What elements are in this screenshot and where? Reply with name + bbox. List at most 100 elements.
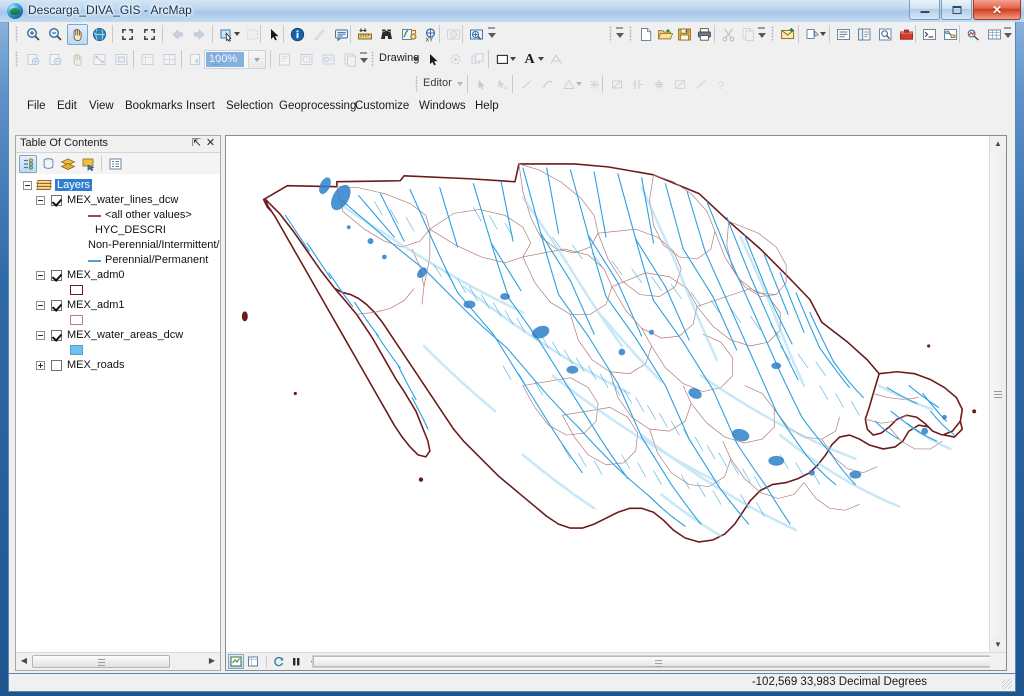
toolbar-overflow-icon[interactable] <box>359 51 368 68</box>
rotate-tool-icon[interactable] <box>648 74 669 95</box>
expand-collapse-icon[interactable] <box>36 196 45 205</box>
toolbar-overflow-icon[interactable] <box>1003 26 1012 43</box>
menu-item-customize[interactable]: Customize <box>349 99 415 114</box>
layout-fixed-zoom-icon[interactable] <box>111 49 132 70</box>
editor-menu-label[interactable]: Editor <box>423 77 452 89</box>
toggle-draft-mode-icon[interactable] <box>274 49 295 70</box>
refresh-view-icon[interactable] <box>271 654 287 669</box>
scroll-left-arrow-icon[interactable]: ◀ <box>17 654 31 668</box>
go-back-extent-icon[interactable] <box>167 24 188 45</box>
print-icon[interactable] <box>694 24 715 45</box>
identify-icon[interactable] <box>287 24 308 45</box>
layout-go-back-icon[interactable] <box>185 49 206 70</box>
rotate-element-icon[interactable] <box>445 49 466 70</box>
search-window-icon[interactable] <box>875 24 896 45</box>
table-window-icon[interactable] <box>984 24 1005 45</box>
toc-layer-mex-water-areas-dcw[interactable]: MEX_water_areas_dcw <box>16 328 220 343</box>
geostatistical-icon[interactable] <box>963 24 984 45</box>
layer-visibility-checkbox[interactable] <box>51 270 62 281</box>
layout-zoom-in-icon[interactable] <box>23 49 44 70</box>
model-builder-icon[interactable] <box>940 24 961 45</box>
go-to-xy-icon[interactable]: XY <box>420 24 441 45</box>
select-elements-arrow-icon[interactable] <box>264 24 285 45</box>
menu-item-edit[interactable]: Edit <box>51 99 83 114</box>
layout-pan-icon[interactable] <box>67 49 88 70</box>
new-text-icon[interactable] <box>546 49 567 70</box>
open-folder-icon[interactable] <box>654 24 675 45</box>
data-view-icon[interactable] <box>228 654 244 669</box>
expand-collapse-icon[interactable] <box>36 271 45 280</box>
chevron-down-icon[interactable] <box>248 51 265 68</box>
split-tool-icon[interactable] <box>627 74 648 95</box>
python-window-icon[interactable] <box>919 24 940 45</box>
toolbar-overflow-icon[interactable] <box>757 26 766 43</box>
close-button[interactable]: ✕ <box>973 0 1021 20</box>
layout-zoom-combo[interactable]: 100% <box>204 50 266 69</box>
layout-view-icon[interactable] <box>245 654 261 669</box>
resize-grip-icon[interactable] <box>1002 679 1012 689</box>
layer-visibility-checkbox[interactable] <box>51 360 62 371</box>
hyperlink-icon[interactable] <box>309 24 330 45</box>
toc-root-layers[interactable]: Layers <box>16 178 220 193</box>
attributes-icon[interactable] <box>669 74 690 95</box>
menu-item-bookmarks[interactable]: Bookmarks <box>119 99 189 114</box>
expand-collapse-icon[interactable] <box>36 361 45 370</box>
edit-tool-arrow-icon[interactable] <box>471 74 492 95</box>
pan-hand-icon[interactable] <box>67 24 88 45</box>
menu-item-file[interactable]: File <box>21 99 52 114</box>
time-slider-icon[interactable] <box>443 24 464 45</box>
menu-item-selection[interactable]: Selection <box>220 99 279 114</box>
find-binoculars-icon[interactable] <box>376 24 397 45</box>
toc-options-icon[interactable] <box>106 155 124 173</box>
expand-collapse-icon[interactable] <box>36 331 45 340</box>
expand-collapse-icon[interactable] <box>23 181 32 190</box>
focus-data-frame-icon[interactable] <box>296 49 317 70</box>
toc-horizontal-scrollbar[interactable]: ◀ ▶ <box>16 652 220 670</box>
toolbar-grip[interactable] <box>15 26 18 42</box>
menu-item-view[interactable]: View <box>83 99 120 114</box>
layout-full-extent-icon[interactable] <box>89 49 110 70</box>
menu-item-windows[interactable]: Windows <box>413 99 472 114</box>
map-canvas[interactable] <box>226 136 990 653</box>
layout-zoom-whole-page-icon[interactable] <box>137 49 158 70</box>
scrollbar-thumb[interactable] <box>994 390 1002 399</box>
html-popup-icon[interactable] <box>331 24 352 45</box>
toolbar-grip[interactable] <box>371 51 374 67</box>
curve-segment-icon[interactable] <box>537 74 558 95</box>
list-by-visibility-icon[interactable] <box>59 155 77 173</box>
list-by-selection-icon[interactable] <box>79 155 97 173</box>
create-features-icon[interactable]: ? <box>711 74 732 95</box>
maximize-button[interactable] <box>941 0 972 20</box>
zoom-out-icon[interactable] <box>45 24 66 45</box>
toc-layer-mex-roads[interactable]: MEX_roads <box>16 358 220 373</box>
layer-visibility-checkbox[interactable] <box>51 300 62 311</box>
scroll-down-arrow-icon[interactable]: ▼ <box>991 638 1005 652</box>
toolbar-grip[interactable] <box>629 26 632 42</box>
layer-visibility-checkbox[interactable] <box>51 195 62 206</box>
toc-tree[interactable]: Layers MEX_water_lines_dcw <all other va… <box>16 174 220 653</box>
change-layout-icon[interactable] <box>318 49 339 70</box>
map-horizontal-scrollbar[interactable] <box>312 655 1004 668</box>
pause-drawing-icon[interactable] <box>288 654 304 669</box>
close-icon[interactable]: ✕ <box>204 137 217 150</box>
toolbar-overflow-icon[interactable] <box>615 26 624 43</box>
toc-layer-mex-adm1[interactable]: MEX_adm1 <box>16 298 220 313</box>
zoom-in-icon[interactable] <box>23 24 44 45</box>
toolbar-overflow-icon[interactable] <box>487 26 496 43</box>
new-document-icon[interactable] <box>635 24 656 45</box>
trace-icon[interactable] <box>606 74 627 95</box>
scroll-up-arrow-icon[interactable]: ▲ <box>991 137 1005 151</box>
toolbar-grip[interactable] <box>415 76 418 92</box>
pin-icon[interactable]: ⇱ <box>190 137 203 150</box>
toolbar-grip[interactable] <box>771 26 774 42</box>
find-route-icon[interactable] <box>398 24 419 45</box>
toc-layer-mex-water-lines-dcw[interactable]: MEX_water_lines_dcw <box>16 193 220 208</box>
layout-zoom-out-icon[interactable] <box>45 49 66 70</box>
add-data-icon[interactable] <box>777 24 798 45</box>
drawing-order-icon[interactable] <box>467 49 488 70</box>
toc-layer-mex-adm0[interactable]: MEX_adm0 <box>16 268 220 283</box>
scrollbar-track[interactable] <box>990 152 1006 637</box>
fixed-zoom-out-icon[interactable] <box>139 24 160 45</box>
arctoolbox-icon[interactable] <box>896 24 917 45</box>
map-vertical-scrollbar[interactable]: ▲ ▼ <box>989 136 1006 653</box>
